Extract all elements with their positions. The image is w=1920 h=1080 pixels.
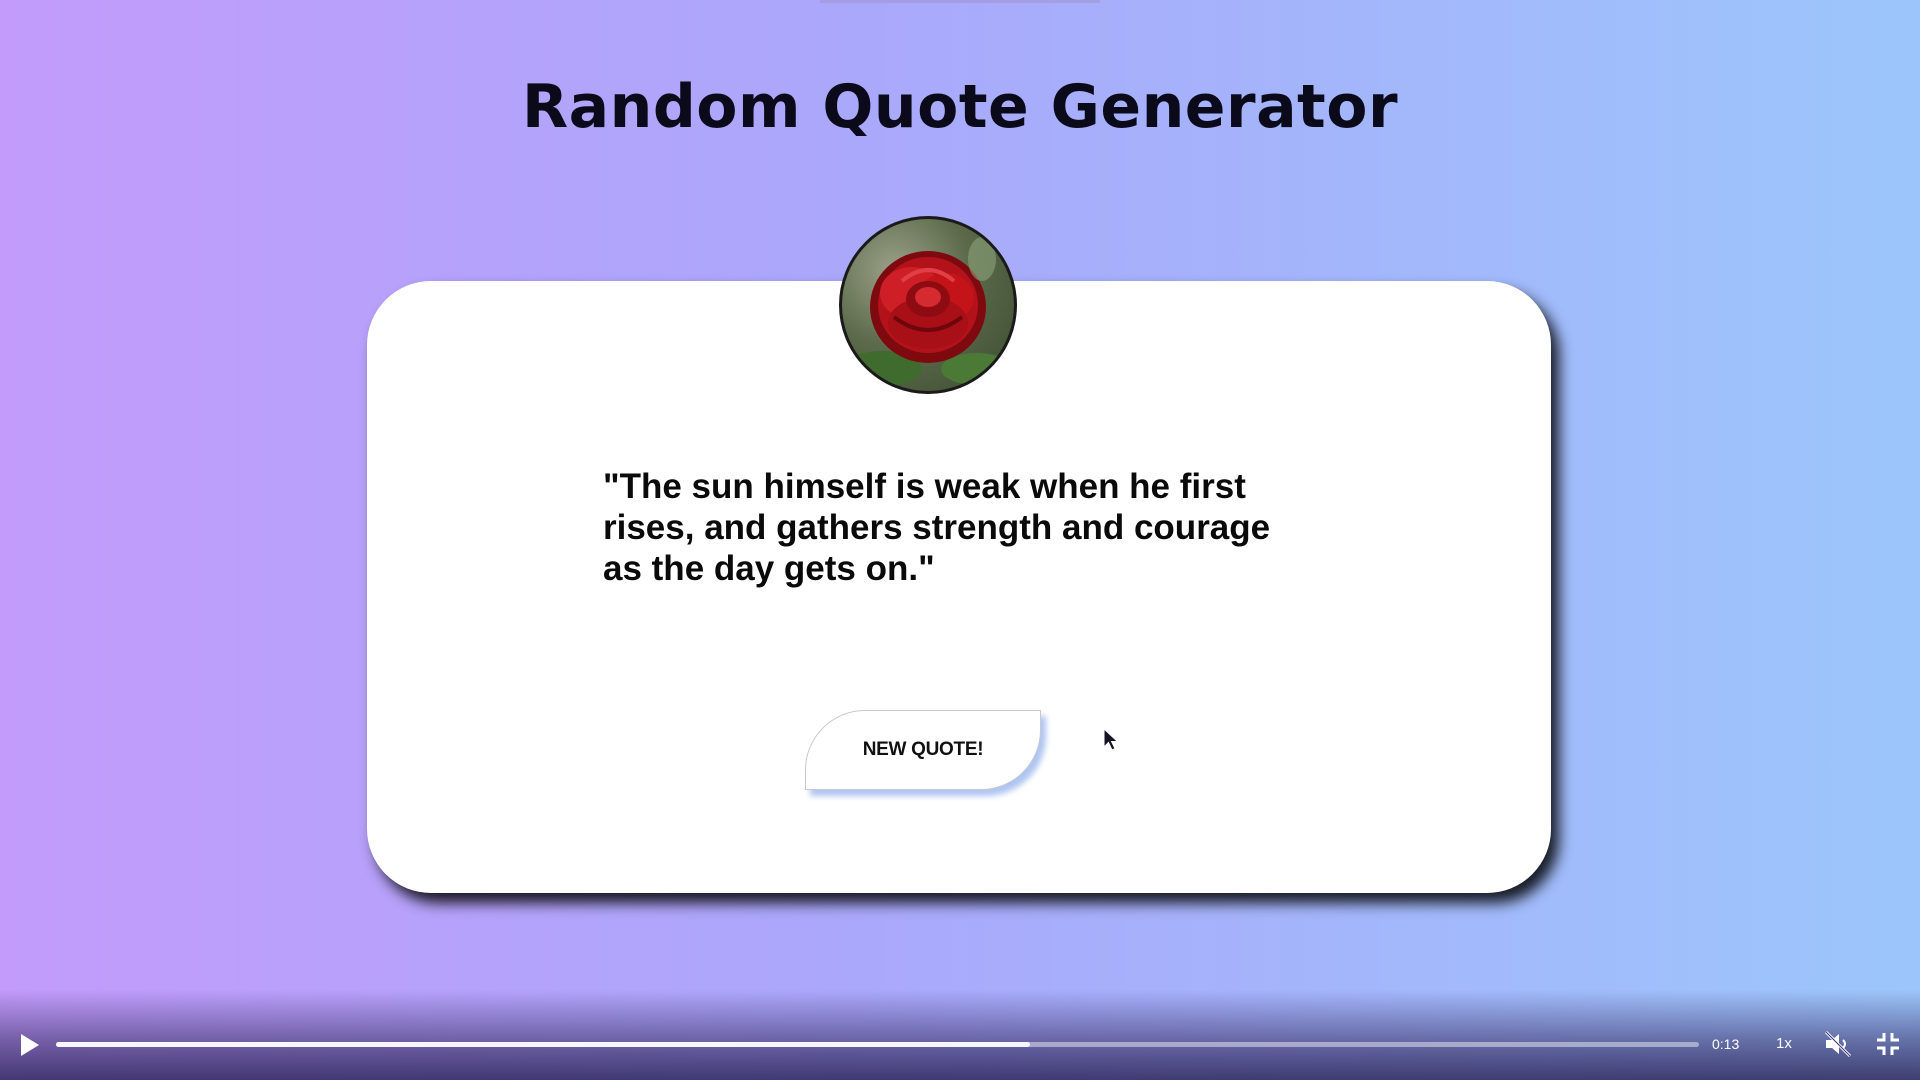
- muted-speaker-icon[interactable]: [1822, 1028, 1854, 1060]
- play-icon[interactable]: [14, 1030, 44, 1060]
- video-controls-bar: [0, 990, 1920, 1080]
- quote-text: "The sun himself is weak when he first r…: [603, 466, 1303, 589]
- video-frame: Random Quote Generator "The sun himself …: [0, 0, 1920, 1080]
- quote-line: as the day gets on.": [603, 549, 935, 588]
- progress-bar[interactable]: [56, 1042, 1699, 1047]
- top-edge-bar: [820, 0, 1100, 3]
- progress-fill: [56, 1042, 1031, 1047]
- playback-speed-button[interactable]: 1x: [1776, 1035, 1792, 1052]
- quote-line: rises, and gathers strength and courage: [603, 508, 1271, 547]
- rose-icon: [842, 237, 1013, 387]
- page-title: Random Quote Generator: [521, 72, 1399, 142]
- new-quote-button[interactable]: NEW QUOTE!: [805, 710, 1041, 790]
- rose-avatar-image: [839, 216, 1017, 394]
- exit-fullscreen-icon[interactable]: [1874, 1030, 1902, 1058]
- quote-line: "The sun himself is weak when he first: [603, 467, 1246, 506]
- time-label: 0:13: [1712, 1036, 1740, 1052]
- mouse-cursor-icon: [1103, 727, 1119, 751]
